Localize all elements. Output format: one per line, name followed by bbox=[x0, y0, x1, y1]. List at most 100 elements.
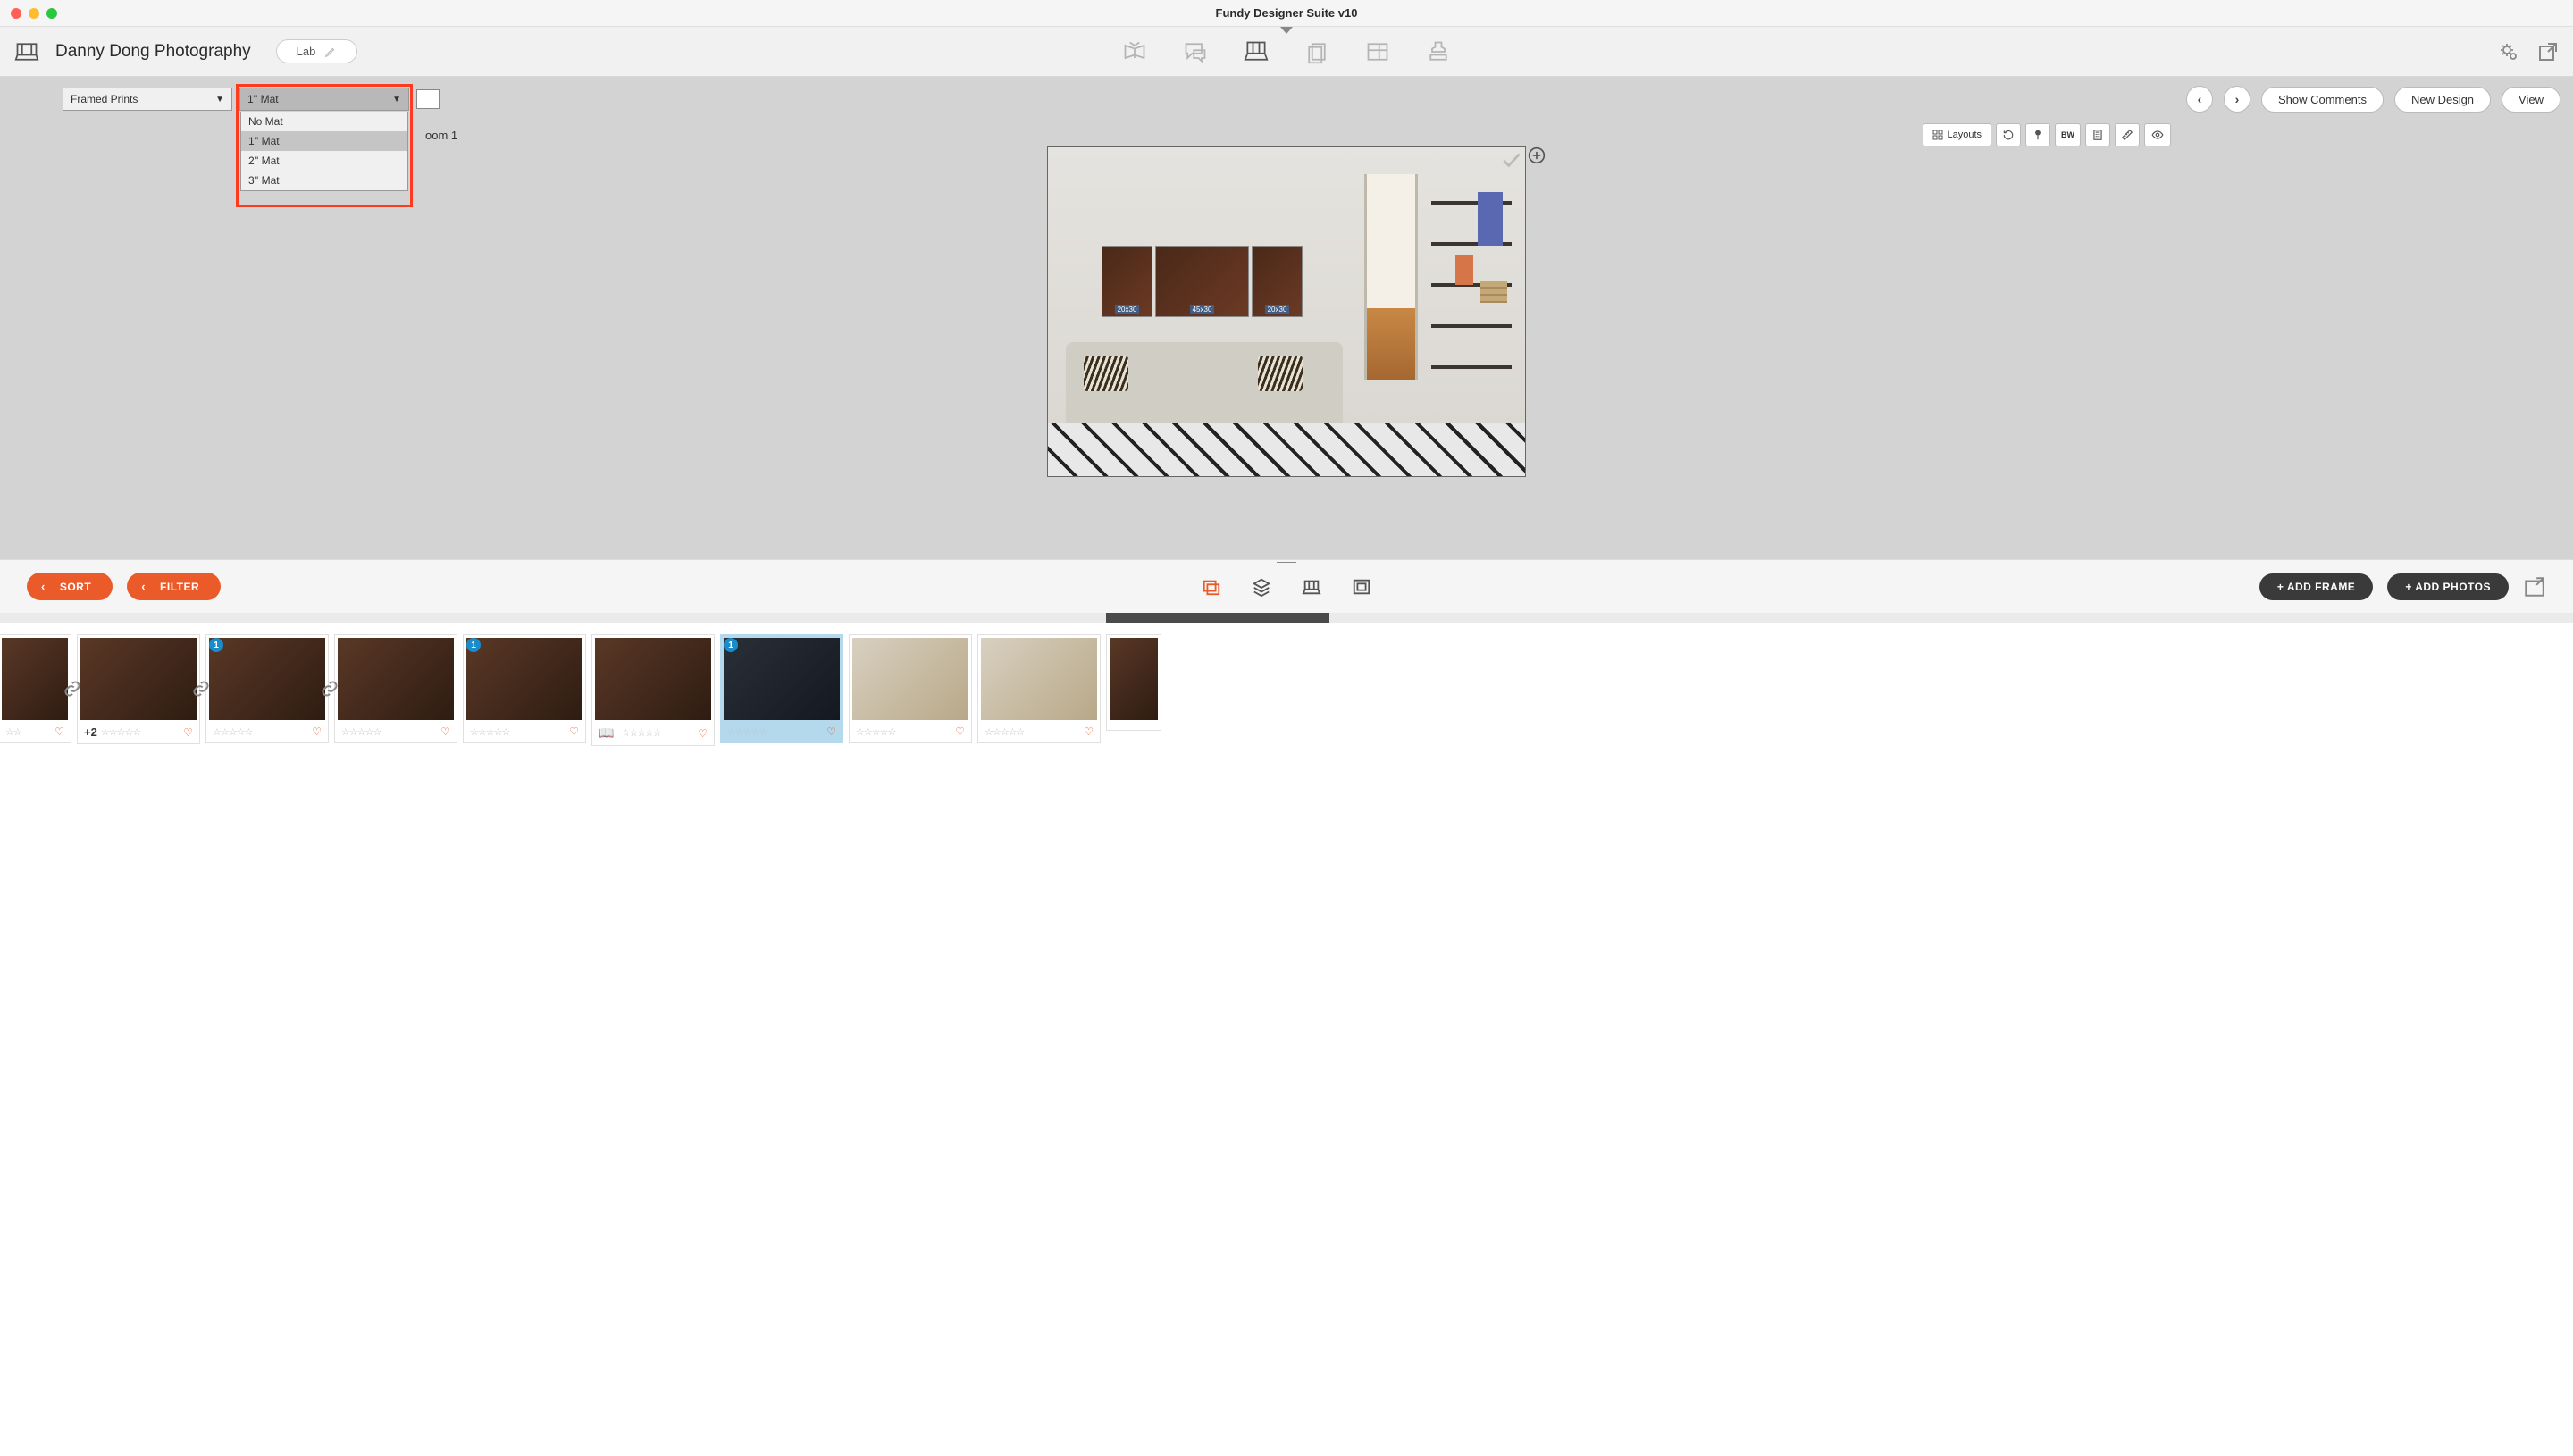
wall-print-2[interactable]: 45x30 bbox=[1155, 246, 1249, 317]
rating-stars[interactable]: ☆☆☆☆☆ bbox=[341, 726, 381, 738]
favorite-heart-icon[interactable]: ♡ bbox=[312, 725, 322, 738]
view-button[interactable]: View bbox=[2502, 87, 2560, 113]
photo-thumbnail[interactable]: ☆☆ ♡ bbox=[0, 634, 71, 743]
mat-option-3[interactable]: 3'' Mat bbox=[241, 171, 407, 190]
bw-toggle-button[interactable]: BW bbox=[2055, 123, 2081, 146]
panel-drag-handle[interactable] bbox=[1277, 560, 1296, 565]
usage-count-badge: 1 bbox=[724, 638, 738, 652]
layouts-label: Layouts bbox=[1947, 130, 1982, 140]
expand-panel-icon[interactable] bbox=[2523, 575, 2546, 598]
print-size-label: 20x30 bbox=[1265, 305, 1290, 314]
mat-option-no-mat[interactable]: No Mat bbox=[241, 112, 407, 131]
rating-stars[interactable]: ☆☆ bbox=[5, 726, 21, 738]
stack-count: +2 bbox=[84, 725, 97, 739]
add-room-button[interactable] bbox=[1528, 146, 1546, 164]
rating-stars[interactable]: ☆☆☆☆☆ bbox=[621, 727, 660, 739]
frames-view-icon[interactable] bbox=[1352, 577, 1371, 597]
photo-thumbnail[interactable]: 📖☆☆☆☆☆♡ bbox=[591, 634, 715, 746]
thumbnail-image bbox=[466, 638, 582, 720]
rating-stars[interactable]: ☆☆☆☆☆ bbox=[856, 726, 895, 738]
wall-print-group[interactable]: 20x30 45x30 20x30 bbox=[1102, 246, 1303, 317]
rating-stars[interactable]: ☆☆☆☆☆ bbox=[727, 726, 767, 738]
usage-count-badge: 1 bbox=[466, 638, 481, 652]
layers-view-icon[interactable] bbox=[1252, 577, 1271, 597]
visibility-toggle-button[interactable] bbox=[2144, 123, 2171, 146]
stamp-module-icon[interactable] bbox=[1426, 39, 1451, 64]
sort-button[interactable]: ‹ SORT bbox=[27, 573, 113, 600]
external-link-icon[interactable] bbox=[2537, 41, 2559, 63]
prev-design-button[interactable]: ‹ bbox=[2186, 86, 2213, 113]
thumbnail-footer bbox=[1110, 720, 1158, 727]
approved-check-icon[interactable] bbox=[1500, 149, 1523, 172]
photo-thumbnail[interactable]: 1 ☆☆☆☆☆ ♡ bbox=[205, 634, 329, 743]
calculator-button[interactable] bbox=[2085, 123, 2110, 146]
link-icon bbox=[63, 680, 81, 698]
rating-stars[interactable]: ☆☆☆☆☆ bbox=[101, 726, 140, 738]
next-design-button[interactable]: › bbox=[2224, 86, 2250, 113]
wall-print-3[interactable]: 20x30 bbox=[1252, 246, 1303, 317]
settings-gear-icon[interactable] bbox=[2498, 41, 2519, 63]
filter-label: FILTER bbox=[160, 581, 199, 593]
ruler-button[interactable] bbox=[2115, 123, 2140, 146]
options-toolbar-right: ‹ › Show Comments New Design View bbox=[2186, 86, 2560, 113]
album-module-icon[interactable] bbox=[1122, 39, 1147, 64]
photo-thumbnail[interactable]: +2 ☆☆☆☆☆ ♡ bbox=[77, 634, 200, 744]
favorite-heart-icon[interactable]: ♡ bbox=[955, 725, 965, 738]
favorite-heart-icon[interactable]: ♡ bbox=[440, 725, 450, 738]
studio-name: Danny Dong Photography bbox=[55, 42, 251, 62]
chevron-left-icon: ‹ bbox=[141, 580, 146, 593]
rating-stars[interactable]: ☆☆☆☆☆ bbox=[213, 726, 252, 738]
photo-thumbnail[interactable] bbox=[1106, 634, 1161, 731]
canvas-tools: Layouts BW bbox=[1923, 123, 2171, 146]
photo-thumbnail[interactable]: ☆☆☆☆☆ ♡ bbox=[849, 634, 972, 743]
rating-stars[interactable]: ☆☆☆☆☆ bbox=[470, 726, 509, 738]
wall-art-module-icon[interactable] bbox=[1244, 39, 1269, 64]
print-type-dropdown[interactable]: Framed Prints ▼ bbox=[63, 88, 232, 111]
active-filmstrip-tab[interactable] bbox=[1106, 613, 1329, 623]
photos-view-icon[interactable] bbox=[1202, 577, 1221, 597]
mat-option-2[interactable]: 2'' Mat bbox=[241, 151, 407, 171]
mat-color-swatch[interactable] bbox=[416, 89, 440, 109]
cards-module-icon[interactable] bbox=[1304, 39, 1329, 64]
favorite-heart-icon[interactable]: ♡ bbox=[54, 725, 64, 738]
favorite-heart-icon[interactable]: ♡ bbox=[698, 727, 708, 740]
print-type-value: Framed Prints bbox=[71, 93, 138, 105]
new-design-button[interactable]: New Design bbox=[2394, 87, 2491, 113]
favorite-heart-icon[interactable]: ♡ bbox=[569, 725, 579, 738]
collage-module-icon[interactable] bbox=[1365, 39, 1390, 64]
room-preview[interactable]: 20x30 45x30 20x30 bbox=[1047, 146, 1526, 477]
thumbnail-footer: ☆☆☆☆☆ ♡ bbox=[466, 720, 582, 740]
room-name-label: oom 1 bbox=[425, 129, 457, 142]
chat-module-icon[interactable] bbox=[1183, 39, 1208, 64]
window-title: Fundy Designer Suite v10 bbox=[1216, 6, 1358, 20]
rotate-button[interactable] bbox=[1996, 123, 2021, 146]
app-logo-icon bbox=[14, 39, 39, 64]
usage-count-badge: 1 bbox=[209, 638, 223, 652]
close-window-button[interactable] bbox=[11, 8, 21, 19]
bottom-toolbar-right: + ADD FRAME + ADD PHOTOS bbox=[2259, 573, 2546, 600]
rooms-view-icon[interactable] bbox=[1302, 577, 1321, 597]
mat-option-1[interactable]: 1'' Mat bbox=[241, 131, 407, 151]
rating-stars[interactable]: ☆☆☆☆☆ bbox=[985, 726, 1024, 738]
add-frame-button[interactable]: + ADD FRAME bbox=[2259, 573, 2373, 600]
layouts-button[interactable]: Layouts bbox=[1923, 123, 1991, 146]
pin-button[interactable] bbox=[2025, 123, 2050, 146]
favorite-heart-icon[interactable]: ♡ bbox=[183, 726, 193, 739]
lab-selector-button[interactable]: Lab bbox=[276, 39, 358, 63]
minimize-window-button[interactable] bbox=[29, 8, 39, 19]
calculator-icon bbox=[2091, 129, 2104, 141]
maximize-window-button[interactable] bbox=[46, 8, 57, 19]
show-comments-button[interactable]: Show Comments bbox=[2261, 87, 2384, 113]
favorite-heart-icon[interactable]: ♡ bbox=[826, 725, 836, 738]
mat-size-dropdown[interactable]: 1'' Mat ▼ No Mat 1'' Mat 2'' Mat 3'' Mat bbox=[239, 88, 409, 111]
photo-thumbnail[interactable]: 1 ☆☆☆☆☆ ♡ bbox=[463, 634, 586, 743]
photo-thumbnail[interactable]: ☆☆☆☆☆ ♡ bbox=[977, 634, 1101, 743]
module-switcher bbox=[1122, 39, 1451, 64]
filter-button[interactable]: ‹ FILTER bbox=[127, 573, 221, 600]
photo-thumbnail[interactable]: ☆☆☆☆☆ ♡ bbox=[334, 634, 457, 743]
photo-thumbnail[interactable]: 1 ☆☆☆☆☆ ♡ bbox=[720, 634, 843, 743]
add-photos-button[interactable]: + ADD PHOTOS bbox=[2387, 573, 2509, 600]
favorite-heart-icon[interactable]: ♡ bbox=[1084, 725, 1094, 738]
wall-print-1[interactable]: 20x30 bbox=[1102, 246, 1152, 317]
room-pillow bbox=[1258, 356, 1303, 391]
